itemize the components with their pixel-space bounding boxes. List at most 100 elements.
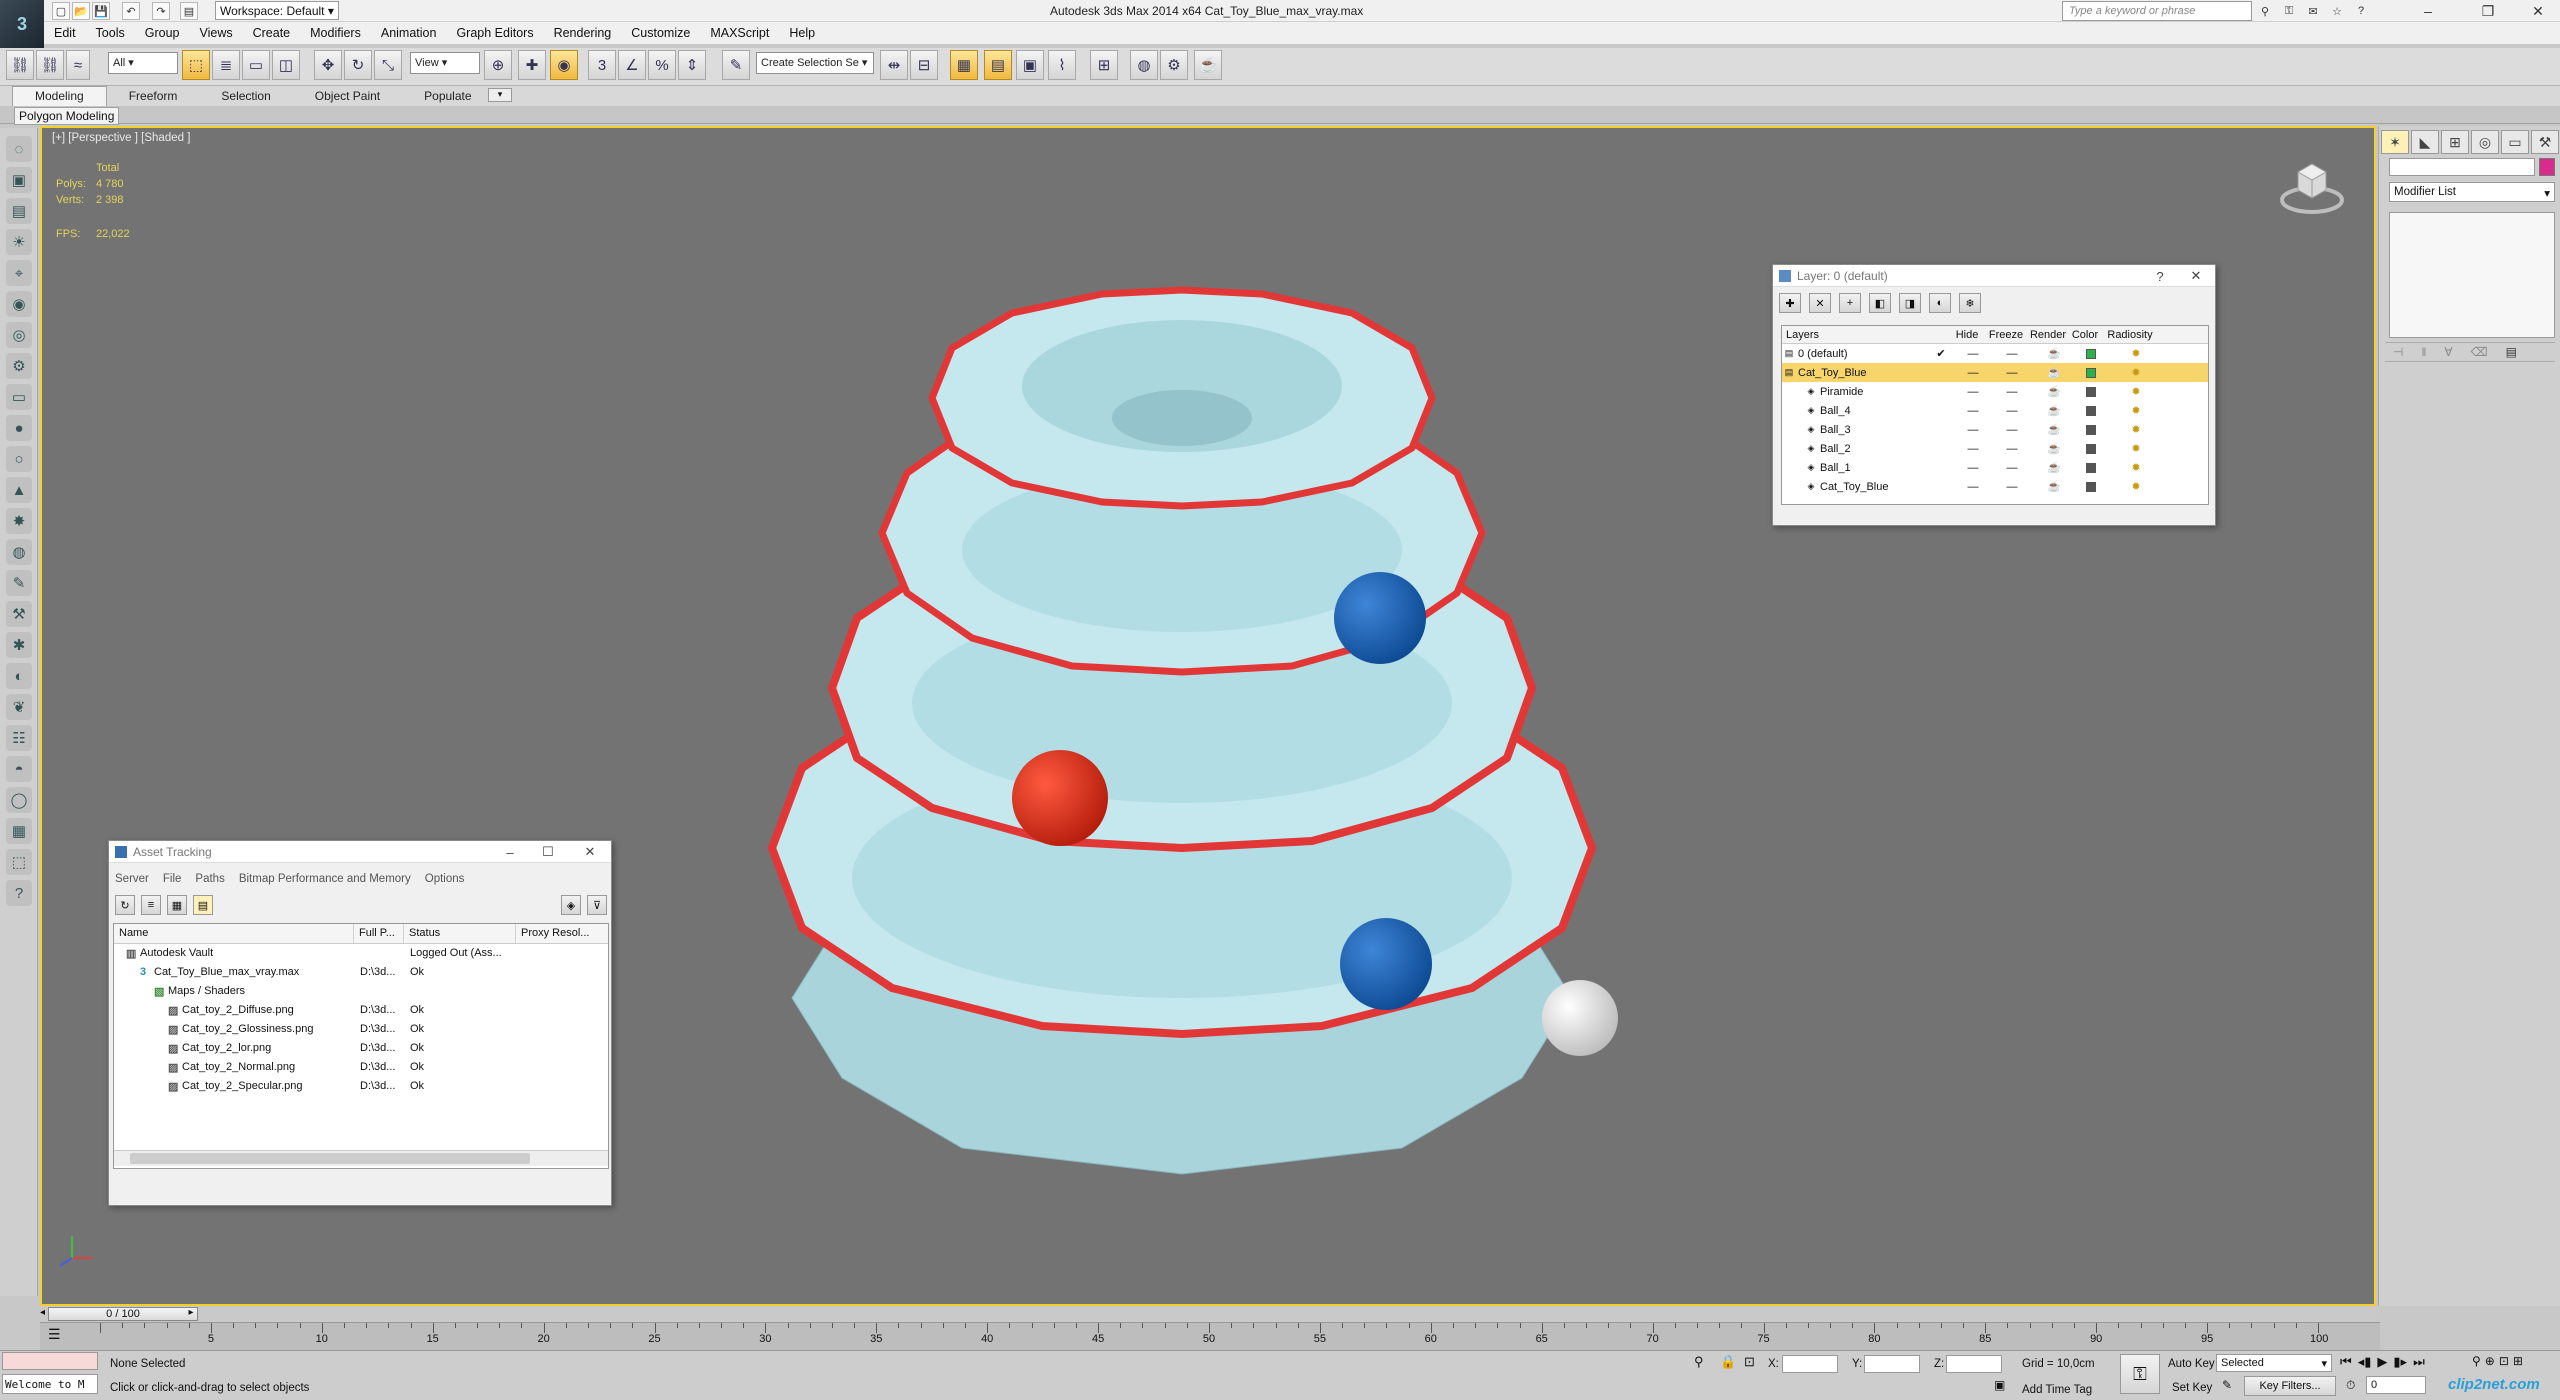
time-tag-icon[interactable]: ▣ [1994, 1378, 2005, 1392]
freeze-toggle[interactable]: — [1992, 481, 2032, 493]
foliage-icon[interactable]: ❦ [6, 694, 32, 720]
select-link-icon[interactable]: ⛓ [6, 50, 34, 80]
make-unique-icon[interactable]: ∀ [2444, 345, 2452, 359]
layer-row[interactable]: ▤ 0 (default) ✔ — — ☕ ✹ [1782, 344, 2208, 363]
asset-menu-bitmap-performance-and-memory[interactable]: Bitmap Performance and Memory [239, 873, 411, 885]
help-circle-icon[interactable]: ? [6, 880, 32, 906]
layer-name[interactable]: Cat_Toy_Blue [1798, 367, 1867, 379]
layer-row[interactable]: ▤ Cat_Toy_Blue — — ☕ ✹ [1782, 363, 2208, 382]
radiosity-icon[interactable]: ✹ [2106, 461, 2166, 474]
table-view-icon[interactable]: ▤ [193, 895, 213, 915]
hide-toggle[interactable]: — [1954, 481, 1992, 493]
layer-name[interactable]: Ball_4 [1820, 405, 1851, 417]
display-tab-icon[interactable]: ▭ [2501, 130, 2529, 154]
restore-icon[interactable]: ❐ [2466, 0, 2510, 22]
highlight-selected-icon[interactable]: ◨ [1899, 293, 1921, 313]
asset-scroll-thumb[interactable] [130, 1153, 530, 1164]
modifier-stack[interactable] [2389, 212, 2555, 338]
asset-menu-file[interactable]: File [163, 873, 182, 885]
col-full-path[interactable]: Full P... [354, 924, 404, 943]
help-search-input[interactable]: Type a keyword or phrase [2062, 1, 2252, 21]
key-mode-icon[interactable]: ✎ [2222, 1378, 2232, 1392]
asset-hscrollbar[interactable] [114, 1150, 608, 1166]
ribbon-tab-freeform[interactable]: Freeform [107, 87, 200, 106]
col-hide[interactable]: Hide [1948, 329, 1986, 341]
systems-icon[interactable]: ⚙ [6, 353, 32, 379]
layer-name[interactable]: Ball_2 [1820, 443, 1851, 455]
orbit-icon[interactable]: ◌ [6, 136, 32, 162]
col-radiosity[interactable]: Radiosity [2100, 329, 2160, 341]
hide-toggle[interactable]: — [1954, 367, 1992, 379]
asset-row[interactable]: ▨ Cat_toy_2_Normal.png D:\3d... Ok [114, 1058, 608, 1077]
select-object-icon[interactable]: ⬚ [182, 50, 210, 80]
subscription-icon[interactable]: ⚿ [2280, 2, 2298, 20]
align-icon[interactable]: ⊟ [910, 50, 938, 80]
particle-icon[interactable]: ✱ [6, 632, 32, 658]
play-icon[interactable]: ▶ [2377, 1354, 2387, 1370]
menu-create[interactable]: Create [243, 26, 301, 40]
motion-tab-icon[interactable]: ◎ [2471, 130, 2499, 154]
select-by-name-icon[interactable]: ≣ [212, 50, 240, 80]
thumbnail-view-icon[interactable]: ▦ [167, 895, 187, 915]
trackbar[interactable]: 5 10 15 20 25 30 35 40 45 50 55 60 65 70 75 80 85 90 95 100 [40, 1322, 2380, 1350]
reference-coordinate-dropdown[interactable]: View ▾ [410, 52, 480, 74]
delete-layer-icon[interactable]: ✕ [1809, 293, 1831, 313]
sun-icon[interactable]: ✸ [6, 508, 32, 534]
asset-close-icon[interactable]: ✕ [573, 841, 607, 863]
bind-spacewarp-icon[interactable]: ≈ [66, 50, 90, 80]
binoculars-icon[interactable]: ⚲ [2256, 2, 2274, 20]
edit-named-selection-icon[interactable]: ✎ [722, 50, 750, 80]
helpers-icon[interactable]: ⌖ [6, 260, 32, 286]
next-frame-arrow-icon[interactable]: ▸ [184, 1307, 198, 1321]
viewport-label[interactable]: [+] [Perspective ] [Shaded ] [52, 132, 190, 144]
open-file-icon[interactable]: 📂 [72, 2, 90, 20]
y-coordinate-field[interactable] [1864, 1355, 1920, 1373]
select-manipulate-icon[interactable]: ✚ [518, 50, 546, 80]
ribbon-options-icon[interactable]: ▾ [488, 88, 512, 102]
workspace-dropdown[interactable]: Workspace: Default ▾ [215, 1, 339, 20]
window-crossing-icon[interactable]: ◫ [272, 50, 300, 80]
freeze-toggle[interactable]: — [1992, 367, 2032, 379]
current-frame-field[interactable]: 0 [2366, 1376, 2426, 1394]
layer-color-swatch[interactable] [2076, 386, 2106, 397]
current-layer-check-icon[interactable]: ✔ [1934, 347, 1948, 360]
unlink-icon[interactable]: ⛓ [36, 50, 64, 80]
circle-icon[interactable]: ○ [6, 446, 32, 472]
grid-icon[interactable]: ▦ [6, 818, 32, 844]
object-name-field[interactable] [2389, 158, 2535, 176]
col-layers[interactable]: Layers [1782, 329, 1932, 341]
select-in-layer-icon[interactable]: ◧ [1869, 293, 1891, 313]
isolate-icon[interactable]: ⚲ [1694, 1354, 1704, 1370]
layer-color-swatch[interactable] [2076, 424, 2106, 435]
project-folder-icon[interactable]: ▤ [180, 2, 198, 20]
time-slider[interactable]: 0 / 100 [48, 1307, 198, 1321]
create-tab-icon[interactable]: ✶ [2381, 130, 2409, 154]
menu-edit[interactable]: Edit [44, 26, 86, 40]
freeze-toggle[interactable]: — [1992, 443, 2032, 455]
material-editor-icon[interactable]: ◍ [1130, 50, 1158, 80]
configure-sets-icon[interactable]: ▤ [2506, 345, 2517, 359]
rotate-icon[interactable]: ↻ [344, 50, 372, 80]
layer-name[interactable]: Piramide [1820, 386, 1863, 398]
percent-snap-icon[interactable]: % [648, 50, 676, 80]
mirror-icon[interactable]: ⇹ [880, 50, 908, 80]
radiosity-icon[interactable]: ✹ [2106, 423, 2166, 436]
redo-icon[interactable]: ↷ [152, 2, 170, 20]
asset-maximize-icon[interactable]: ☐ [531, 841, 565, 863]
help-icon[interactable]: ? [2352, 2, 2370, 20]
menu-views[interactable]: Views [189, 26, 242, 40]
freeze-toggle[interactable]: — [1992, 348, 2032, 360]
radiosity-icon[interactable]: ✹ [2106, 480, 2166, 493]
layer-help-icon[interactable]: ? [2143, 265, 2177, 287]
cone-icon[interactable]: ▲ [6, 477, 32, 503]
maxscript-input[interactable]: Welcome to M [2, 1374, 98, 1394]
bone-icon[interactable]: ⚒ [6, 601, 32, 627]
pivot-icon[interactable]: ◓ [6, 756, 32, 782]
menu-animation[interactable]: Animation [371, 26, 447, 40]
hide-toggle[interactable]: — [1954, 462, 1992, 474]
col-freeze[interactable]: Freeze [1986, 329, 2026, 341]
layer-row[interactable]: ◈ Cat_Toy_Blue — — ☕ ✹ [1782, 477, 2208, 496]
geosphere-icon[interactable]: ◯ [6, 787, 32, 813]
layer-color-swatch[interactable] [2076, 443, 2106, 454]
stairs-icon[interactable]: ☷ [6, 725, 32, 751]
